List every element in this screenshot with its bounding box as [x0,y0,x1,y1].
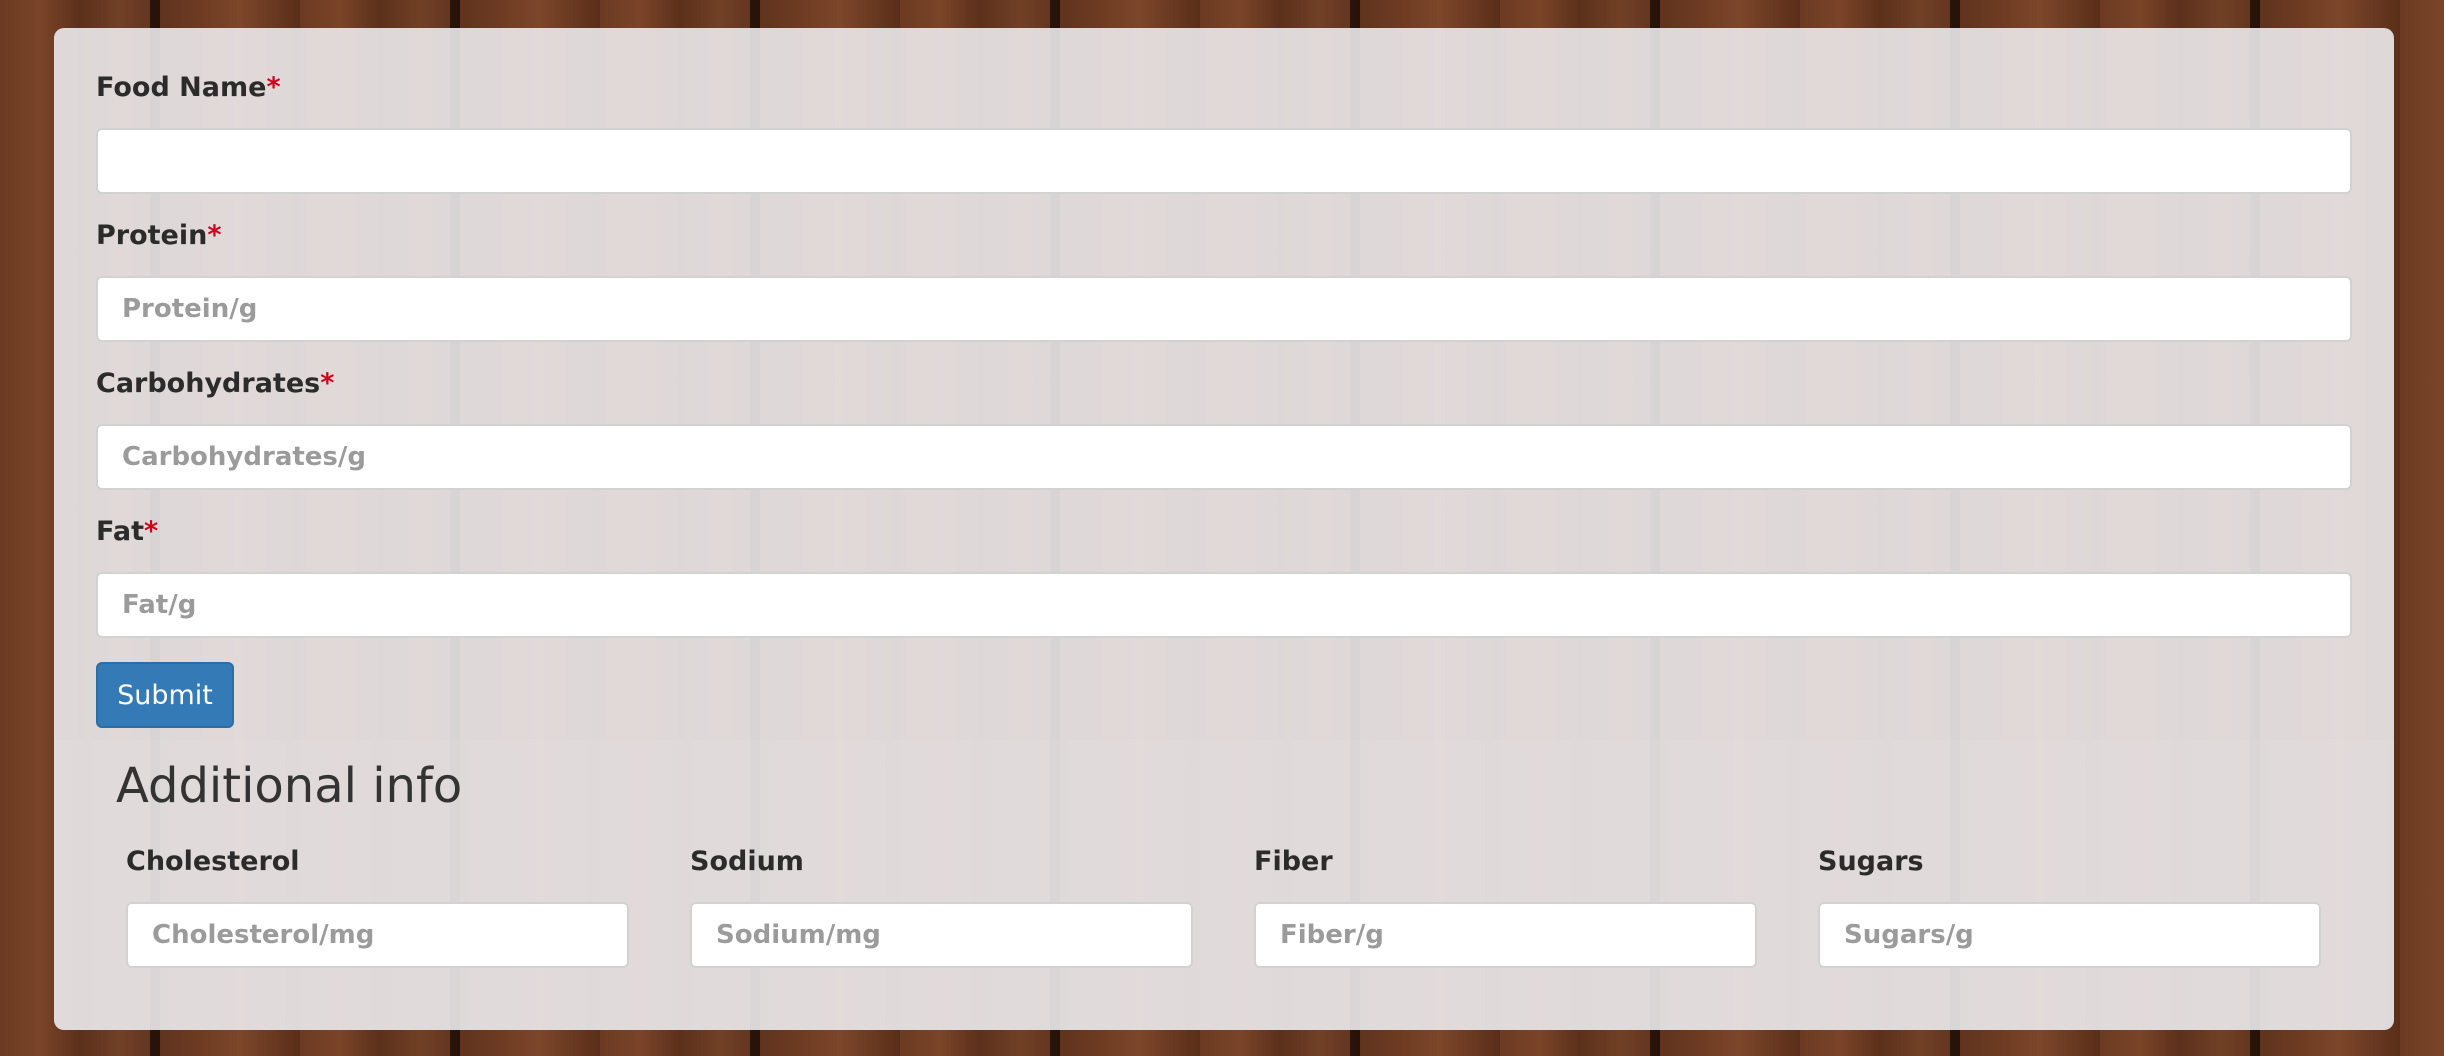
sodium-input[interactable] [690,902,1193,968]
protein-label: Protein* [96,220,222,251]
fiber-input[interactable] [1254,902,1757,968]
additional-info-title: Additional info [116,758,463,814]
cholesterol-label: Cholesterol [126,846,300,877]
food-name-label: Food Name* [96,72,281,103]
sodium-label: Sodium [690,846,804,877]
food-name-input[interactable] [96,128,2352,194]
sugars-group: Sugars [1818,844,2321,968]
sodium-group: Sodium [690,844,1193,968]
fat-input[interactable] [96,572,2352,638]
sugars-input[interactable] [1818,902,2321,968]
food-entry-panel: Food Name* Protein* Carbohydrates* Fat* … [54,28,2394,1030]
carbohydrates-label: Carbohydrates* [96,368,335,399]
fat-label: Fat* [96,516,159,547]
cholesterol-input[interactable] [126,902,629,968]
required-marker: * [266,72,281,103]
protein-input[interactable] [96,276,2352,342]
cholesterol-group: Cholesterol [126,844,629,968]
fat-group: Fat* [96,514,2352,638]
fiber-label: Fiber [1254,846,1333,877]
required-marker: * [144,516,159,547]
submit-button[interactable]: Submit [96,662,234,728]
protein-group: Protein* [96,218,2352,342]
sugars-label: Sugars [1818,846,1924,877]
carbohydrates-input[interactable] [96,424,2352,490]
required-marker: * [320,368,335,399]
fiber-group: Fiber [1254,844,1757,968]
food-name-group: Food Name* [96,70,2352,194]
carbohydrates-group: Carbohydrates* [96,366,2352,490]
required-marker: * [207,220,222,251]
